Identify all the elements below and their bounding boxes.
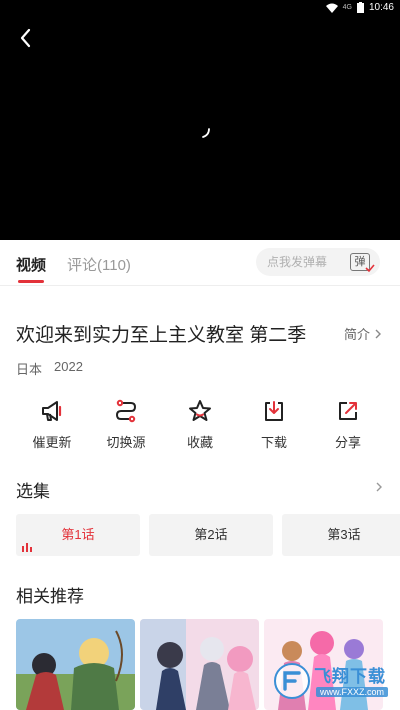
site-watermark: 飞翔下载 www.FXXZ.com <box>270 656 396 706</box>
video-player[interactable]: 4G 10:46 <box>0 0 400 240</box>
episode-chip[interactable]: 第1话 <box>16 514 140 556</box>
tab-comments[interactable]: 评论(110) <box>67 254 131 275</box>
episodes-heading: 选集 <box>16 482 50 501</box>
network-label: 4G <box>342 4 352 11</box>
show-year: 2022 <box>54 359 83 374</box>
wifi-icon <box>325 3 338 13</box>
status-bar: 4G 10:46 <box>0 0 400 16</box>
status-time: 10:46 <box>368 2 394 13</box>
intro-label: 简介 <box>343 327 370 342</box>
share-icon <box>339 402 357 420</box>
urge-update-button[interactable]: 催更新 <box>15 398 89 451</box>
download-button[interactable]: 下载 <box>237 398 311 451</box>
star-icon <box>189 400 211 421</box>
action-label: 分享 <box>334 435 361 450</box>
intro-button[interactable]: 简介 <box>344 324 382 343</box>
check-icon <box>365 264 375 273</box>
watermark-text: 飞翔下载 <box>314 667 386 686</box>
playing-bars-icon <box>22 543 32 552</box>
episode-chip[interactable]: 第3话 <box>282 514 400 556</box>
download-icon <box>265 401 283 421</box>
danmu-input[interactable]: 点我发弹幕 <box>256 248 344 276</box>
episode-label: 第1话 <box>61 527 95 542</box>
tab-bar: 视频 评论(110) 点我发弹幕 弹 <box>0 240 400 286</box>
anime-poster-image <box>16 619 135 710</box>
recommend-heading: 相关推荐 <box>16 587 84 606</box>
anime-poster-image <box>140 619 259 710</box>
share-button[interactable]: 分享 <box>311 398 385 451</box>
switch-source-button[interactable]: 切换源 <box>89 398 163 451</box>
active-tab-indicator <box>18 280 44 283</box>
recommend-thumbnail[interactable] <box>140 619 259 710</box>
action-label: 催更新 <box>32 435 72 450</box>
favorite-button[interactable]: 收藏 <box>163 398 237 451</box>
loading-spinner-icon <box>202 128 210 138</box>
danmu-toggle-button[interactable]: 弹 <box>344 248 380 276</box>
action-label: 下载 <box>260 435 287 450</box>
episode-label: 第3话 <box>327 527 361 542</box>
episodes-more-chevron-icon[interactable] <box>374 480 384 494</box>
back-arrow-icon[interactable] <box>14 26 38 50</box>
show-title: 欢迎来到实力至上主义教室 第二季 <box>16 325 307 346</box>
action-label: 收藏 <box>186 435 213 450</box>
battery-icon <box>356 2 364 13</box>
show-region: 日本 <box>16 362 43 377</box>
chevron-right-icon <box>375 329 381 338</box>
action-label: 切换源 <box>106 435 146 450</box>
watermark-url: www.FXXZ.com <box>316 687 389 697</box>
switch-source-icon <box>115 399 137 423</box>
recommend-thumbnail[interactable] <box>16 619 135 710</box>
megaphone-icon <box>42 401 62 421</box>
action-row: 催更新 切换源 收藏 下载 分享 <box>0 398 400 454</box>
tab-video[interactable]: 视频 <box>16 254 46 275</box>
show-meta: 日本 2022 <box>16 359 83 378</box>
episode-chip[interactable]: 第2话 <box>149 514 273 556</box>
episode-label: 第2话 <box>194 527 228 542</box>
